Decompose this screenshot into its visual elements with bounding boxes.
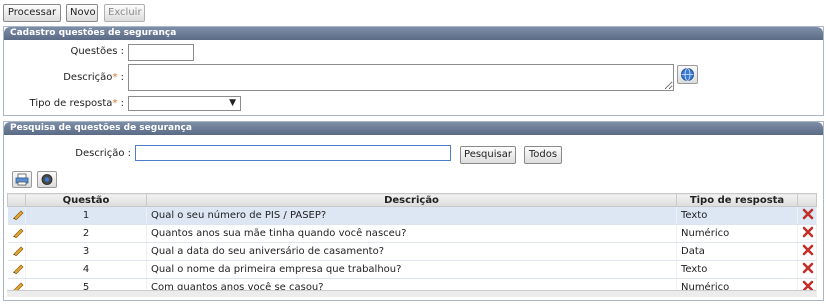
pesquisa-panel-title: Pesquisa de questões de segurança	[4, 122, 823, 135]
descricao-cell: Qual o nome da primeira empresa que trab…	[146, 260, 677, 279]
globe-icon	[681, 68, 694, 81]
delete-cell[interactable]	[797, 206, 817, 225]
required-mark: *	[112, 72, 118, 83]
required-mark: *	[112, 98, 118, 109]
tipo-column-header[interactable]: Tipo de resposta	[676, 193, 798, 207]
questoes-label: Questões :	[70, 46, 124, 57]
descricao-column-header[interactable]: Descrição	[146, 193, 677, 207]
delete-cell[interactable]	[797, 260, 817, 279]
dropdown-arrow-icon: ▼	[229, 98, 236, 108]
pencil-icon[interactable]	[12, 244, 24, 257]
lookup-button[interactable]	[677, 65, 698, 84]
tipo-cell: Texto	[676, 260, 798, 279]
printer-icon	[15, 173, 29, 186]
edit-cell[interactable]	[7, 242, 26, 261]
questoes-table: Questão Descrição Tipo de resposta 1 Qua…	[7, 193, 817, 297]
tipo-resposta-select[interactable]: ▼	[128, 96, 241, 111]
cadastro-panel-title: Cadastro questões de segurança	[4, 27, 823, 40]
pesquisa-descricao-label: Descrição :	[75, 148, 131, 159]
pesquisa-descricao-input[interactable]	[135, 145, 451, 161]
tipo-cell: Data	[676, 242, 798, 261]
globe-icon	[41, 174, 53, 185]
processar-button[interactable]: Processar	[3, 4, 61, 22]
descricao-label: Descrição* :	[20, 72, 124, 83]
edit-cell[interactable]	[7, 206, 26, 225]
descricao-cell: Quantos anos sua mãe tinha quando você n…	[146, 224, 677, 243]
descricao-textarea[interactable]	[128, 64, 674, 91]
tipo-resposta-label: Tipo de resposta* :	[20, 98, 124, 109]
edit-column-header	[7, 193, 26, 207]
pencil-icon[interactable]	[12, 226, 24, 239]
red-x-delete-icon[interactable]	[802, 262, 814, 274]
descricao-cell: Qual a data do seu aniversário de casame…	[146, 242, 677, 261]
delete-column-header	[797, 193, 817, 207]
descricao-cell: Qual o seu número de PIS / PASEP?	[146, 206, 677, 225]
delete-cell[interactable]	[797, 224, 817, 243]
questao-cell: 4	[25, 260, 147, 279]
red-x-delete-icon[interactable]	[802, 244, 814, 256]
novo-button[interactable]: Novo	[66, 4, 98, 22]
table-row[interactable]: 1 Qual o seu número de PIS / PASEP? Text…	[7, 206, 817, 225]
questao-cell: 3	[25, 242, 147, 261]
questao-cell: 1	[25, 206, 147, 225]
excluir-button[interactable]: Excluir	[104, 4, 145, 22]
grid-footer	[7, 290, 816, 297]
print-button[interactable]	[12, 171, 32, 188]
red-x-delete-icon[interactable]	[802, 208, 814, 220]
tipo-cell: Numérico	[676, 224, 798, 243]
todos-button[interactable]: Todos	[524, 146, 562, 164]
pencil-icon[interactable]	[12, 262, 24, 275]
table-row[interactable]: 3 Qual a data do seu aniversário de casa…	[7, 242, 817, 261]
table-row[interactable]: 4 Qual o nome da primeira empresa que tr…	[7, 260, 817, 279]
descricao-label-text: Descrição	[63, 72, 113, 83]
questoes-input[interactable]	[128, 44, 194, 61]
tipo-resposta-label-text: Tipo de resposta	[29, 98, 113, 109]
colon: :	[120, 98, 124, 109]
edit-cell[interactable]	[7, 260, 26, 279]
table-row[interactable]: 2 Quantos anos sua mãe tinha quando você…	[7, 224, 817, 243]
pencil-icon[interactable]	[12, 208, 24, 221]
red-x-delete-icon[interactable]	[802, 226, 814, 238]
delete-cell[interactable]	[797, 242, 817, 261]
export-button[interactable]	[37, 171, 57, 188]
tipo-cell: Texto	[676, 206, 798, 225]
pesquisar-button[interactable]: Pesquisar	[460, 146, 516, 164]
edit-cell[interactable]	[7, 224, 26, 243]
questao-column-header[interactable]: Questão	[25, 193, 147, 207]
table-header-row: Questão Descrição Tipo de resposta	[7, 193, 817, 207]
colon: :	[120, 72, 124, 83]
questao-cell: 2	[25, 224, 147, 243]
